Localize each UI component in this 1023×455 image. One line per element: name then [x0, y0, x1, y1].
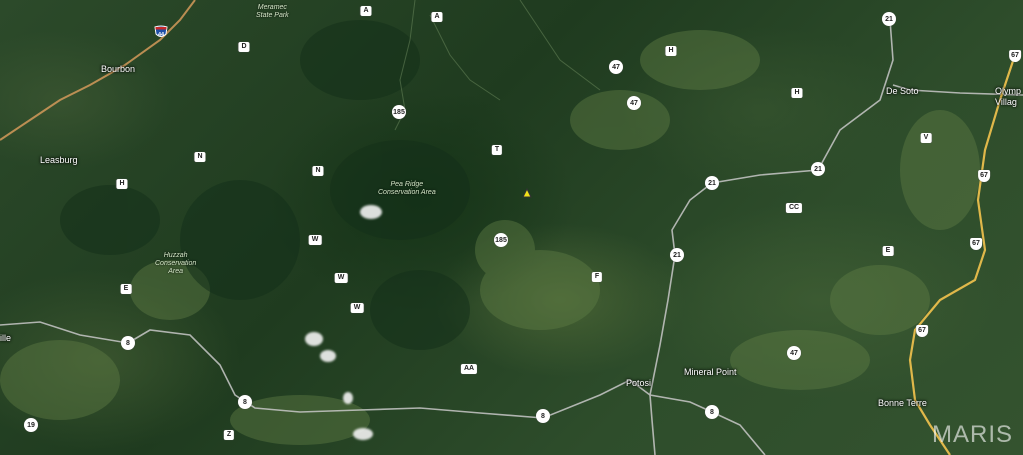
maris-watermark: MARIS: [931, 421, 1013, 448]
interstate-shield-icon: 44: [154, 25, 168, 38]
route-shield-h[interactable]: H: [791, 88, 803, 98]
cloud: [353, 428, 373, 440]
triangle-marker-icon[interactable]: [522, 185, 532, 198]
town-label-bonne-terre[interactable]: Bonne Terre: [878, 398, 927, 408]
town-label-bourbon[interactable]: Bourbon: [101, 64, 135, 74]
cloud: [360, 205, 382, 219]
route-shield-w[interactable]: W: [308, 235, 322, 245]
town-label-leasburg[interactable]: Leasburg: [40, 155, 78, 165]
route-shield-e[interactable]: E: [882, 246, 894, 256]
route-shield-185[interactable]: 185: [494, 233, 508, 247]
cloud: [305, 332, 323, 346]
route-shield-a[interactable]: A: [431, 12, 443, 22]
route-shield-d[interactable]: D: [238, 42, 250, 52]
us-route-shield-67[interactable]: 67: [1009, 50, 1021, 62]
us-route-shield-67[interactable]: 67: [970, 238, 982, 250]
route-shield-21[interactable]: 21: [670, 248, 684, 262]
route-shield-47[interactable]: 47: [627, 96, 641, 110]
town-label-mineral-point[interactable]: Mineral Point: [684, 367, 737, 377]
route-shield-21[interactable]: 21: [811, 162, 825, 176]
route-shield-w[interactable]: W: [334, 273, 348, 283]
route-shield-21[interactable]: 21: [882, 12, 896, 26]
route-shield-cc[interactable]: CC: [785, 203, 803, 213]
town-label-potosi[interactable]: Potosi: [626, 378, 651, 388]
town-label-partial[interactable]: ille: [0, 333, 11, 343]
route-shield-47[interactable]: 47: [787, 346, 801, 360]
interstate-44-shield-icon[interactable]: 44: [154, 25, 168, 39]
satellite-map[interactable]: Bourbon Leasburg De Soto Olymp Villag Po…: [0, 0, 1023, 455]
route-shield-w[interactable]: W: [350, 303, 364, 313]
route-shield-z[interactable]: Z: [223, 430, 235, 440]
park-label-pea-ridge[interactable]: Pea Ridge Conservation Area: [378, 181, 436, 197]
us-route-shield-67[interactable]: 67: [916, 325, 928, 337]
route-shield-n[interactable]: N: [312, 166, 324, 176]
route-shield-h[interactable]: H: [116, 179, 128, 189]
route-shield-f[interactable]: F: [591, 272, 603, 282]
route-shield-185[interactable]: 185: [392, 105, 406, 119]
route-shield-47[interactable]: 47: [609, 60, 623, 74]
cloud: [320, 350, 336, 362]
terrain-layer: [0, 0, 1023, 455]
route-shield-8[interactable]: 8: [121, 336, 135, 350]
route-shield-a[interactable]: A: [360, 6, 372, 16]
route-shield-h[interactable]: H: [665, 46, 677, 56]
marker-triangle: [522, 187, 532, 198]
park-label-huzzah[interactable]: Huzzah Conservation Area: [155, 252, 196, 276]
route-shield-21[interactable]: 21: [705, 176, 719, 190]
us-route-shield-67[interactable]: 67: [978, 170, 990, 182]
route-shield-aa[interactable]: AA: [460, 364, 478, 374]
town-label-olympia-village[interactable]: Olymp Villag: [995, 86, 1021, 108]
park-label-meramec[interactable]: Meramec State Park: [256, 4, 289, 20]
route-shield-n[interactable]: N: [194, 152, 206, 162]
route-shield-v[interactable]: V: [920, 133, 932, 143]
route-shield-e[interactable]: E: [120, 284, 132, 294]
town-label-de-soto[interactable]: De Soto: [886, 86, 919, 96]
route-shield-t[interactable]: T: [491, 145, 503, 155]
interstate-number: 44: [158, 32, 165, 38]
route-shield-8[interactable]: 8: [238, 395, 252, 409]
route-shield-8[interactable]: 8: [536, 409, 550, 423]
route-shield-8[interactable]: 8: [705, 405, 719, 419]
route-shield-19[interactable]: 19: [24, 418, 38, 432]
cloud: [343, 392, 353, 404]
